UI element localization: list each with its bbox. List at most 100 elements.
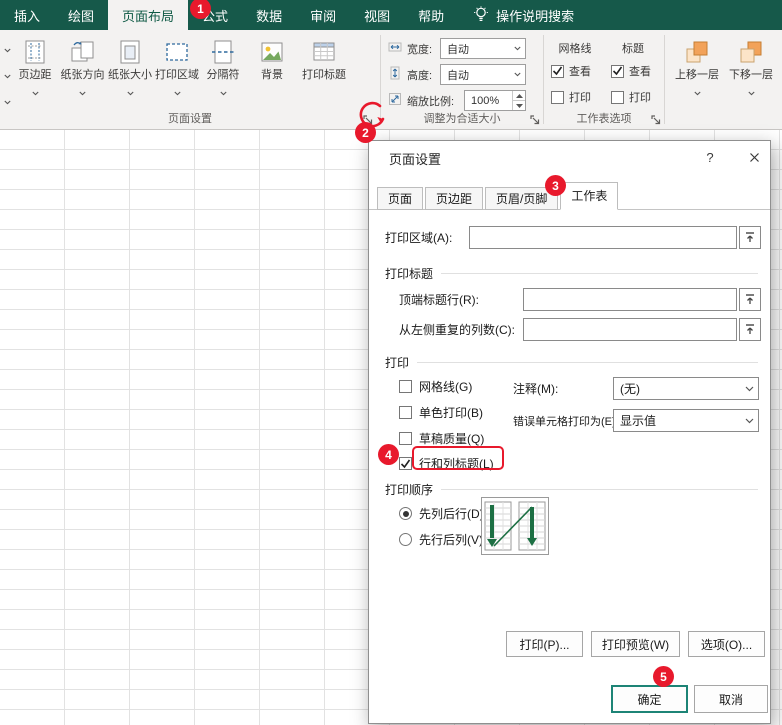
scale-spinner[interactable]: 100% xyxy=(464,90,526,111)
tab-help[interactable]: 帮助 xyxy=(404,0,458,30)
print-preview-button[interactable]: 打印预览(W) xyxy=(591,631,680,657)
chevron-down-icon xyxy=(173,85,181,96)
button-label: 上移一层 xyxy=(675,69,719,81)
comments-dropdown[interactable]: (无) xyxy=(613,377,759,400)
radio-label: 先列后行(D) xyxy=(419,507,484,521)
group-label-sheet-options: 工作表选项 xyxy=(576,113,632,125)
scale-ratio-row: 缩放比例: xyxy=(388,92,454,109)
page-order-preview-icon xyxy=(481,497,549,555)
group-label-page-setup: 页面设置 xyxy=(168,113,212,125)
step-5-badge: 5 xyxy=(653,666,674,687)
print-label: 打印 xyxy=(569,92,591,104)
page-setup-dialog: 页面设置 ? 页面 页边距 页眉/页脚 工作表 打印区域(A): 打印标题 顶端… xyxy=(368,140,771,724)
send-backward-icon xyxy=(738,35,764,69)
tell-me-search[interactable]: 操作说明搜索 xyxy=(474,0,574,30)
cancel-button[interactable]: 取消 xyxy=(694,685,768,713)
sheet-options-dialog-launcher[interactable] xyxy=(648,112,663,127)
tab-review[interactable]: 审阅 xyxy=(296,0,350,30)
chevron-down-icon xyxy=(693,85,701,96)
width-icon xyxy=(388,40,402,57)
print-titles-icon xyxy=(311,35,337,69)
send-backward-button[interactable]: 下移一层 xyxy=(726,35,776,123)
over-then-down-radio[interactable]: 先行后列(V) xyxy=(399,531,483,548)
cell-errors-dropdown[interactable]: 显示值 xyxy=(613,409,759,432)
chevron-down-icon xyxy=(740,386,758,392)
button-label: 打印标题 xyxy=(302,69,346,81)
help-icon[interactable]: ? xyxy=(699,147,721,167)
print-area-label: 打印区域(A): xyxy=(385,231,453,245)
print-label: 打印 xyxy=(629,92,651,104)
left-repeat-cols-input[interactable] xyxy=(523,318,737,341)
checkbox-label: 单色打印(B) xyxy=(419,406,483,420)
gridlines-print-checkbox[interactable]: 打印 xyxy=(551,89,591,105)
top-title-rows-label: 顶端标题行(R): xyxy=(399,293,479,307)
dialog-title: 页面设置 xyxy=(389,152,442,167)
background-icon xyxy=(259,35,285,69)
print-titles-section: 打印标题 xyxy=(385,265,758,282)
dialog-tab-strip: 页面 页边距 页眉/页脚 工作表 xyxy=(377,182,620,210)
spinner-buttons xyxy=(512,91,525,110)
tab-margins[interactable]: 页边距 xyxy=(425,187,484,210)
gridlines-checkbox[interactable]: 网格线(G) xyxy=(399,378,472,395)
top-title-rows-collapse-button[interactable] xyxy=(739,288,761,311)
close-icon[interactable] xyxy=(743,147,765,167)
black-and-white-checkbox[interactable]: 单色打印(B) xyxy=(399,404,483,421)
down-then-over-radio[interactable]: 先列后行(D) xyxy=(399,505,484,522)
width-dropdown[interactable]: 自动 xyxy=(440,38,526,59)
scale-height-row: 高度: xyxy=(388,66,432,83)
spinner-down-icon[interactable] xyxy=(513,101,525,110)
breaks-icon xyxy=(210,35,236,69)
margins-icon xyxy=(22,35,48,69)
checkbox-unchecked-icon xyxy=(399,380,412,393)
headings-print-checkbox[interactable]: 打印 xyxy=(611,89,651,105)
height-value: 自动 xyxy=(447,69,469,82)
ok-button[interactable]: 确定 xyxy=(611,685,688,713)
left-repeat-cols-label: 从左侧重复的列数(C): xyxy=(399,323,515,337)
checkbox-unchecked-icon xyxy=(399,406,412,419)
checkbox-unchecked-icon xyxy=(551,90,564,104)
tab-data[interactable]: 数据 xyxy=(242,0,296,30)
gridlines-view-checkbox[interactable]: 查看 xyxy=(551,63,591,79)
button-label: 分隔符 xyxy=(206,69,240,81)
scale-width-row: 宽度: xyxy=(388,40,432,57)
print-area-input[interactable] xyxy=(469,226,737,249)
draft-quality-checkbox[interactable]: 草稿质量(Q) xyxy=(399,430,484,447)
dialog-titlebar[interactable]: 页面设置 ? xyxy=(369,141,770,173)
print-button[interactable]: 打印(P)... xyxy=(506,631,583,657)
tab-page[interactable]: 页面 xyxy=(377,187,424,210)
checkbox-label: 网格线(G) xyxy=(419,380,473,394)
chevron-down-icon xyxy=(514,46,525,51)
paper-size-icon xyxy=(117,35,143,69)
checkbox-unchecked-icon xyxy=(399,432,412,445)
button-label: 打印区域 xyxy=(155,69,199,81)
group-label-scale-to-fit: 调整为合适大小 xyxy=(423,113,501,125)
scale-label: 缩放比例: xyxy=(407,95,455,108)
scale-to-fit-dialog-launcher[interactable] xyxy=(527,112,542,127)
headings-view-checkbox[interactable]: 查看 xyxy=(611,63,651,79)
top-title-rows-input[interactable] xyxy=(523,288,737,311)
tab-sheet[interactable]: 工作表 xyxy=(560,182,619,210)
button-label: 纸张大小 xyxy=(108,69,152,81)
tab-view[interactable]: 视图 xyxy=(350,0,404,30)
radio-selected-icon xyxy=(399,507,412,520)
options-button[interactable]: 选项(O)... xyxy=(688,631,765,657)
view-label: 查看 xyxy=(629,66,651,78)
lightbulb-icon xyxy=(474,5,489,25)
height-dropdown[interactable]: 自动 xyxy=(440,64,526,85)
bring-forward-icon xyxy=(684,35,710,69)
checkbox-unchecked-icon xyxy=(611,90,624,104)
chevron-down-icon xyxy=(126,85,134,96)
ribbon: 页边距 纸张方向 纸张大小 打印区域 分隔符 背景 打印标题 页面设置 宽度: … xyxy=(0,30,782,130)
ribbon-tab-bar: 插入 绘图 页面布局 公式 数据 审阅 视图 帮助 操作说明搜索 xyxy=(0,0,782,30)
cell-errors-label: 错误单元格打印为(E): xyxy=(513,416,619,428)
radio-label: 先行后列(V) xyxy=(419,533,483,547)
spinner-up-icon[interactable] xyxy=(513,91,525,101)
print-area-collapse-button[interactable] xyxy=(739,226,761,249)
left-repeat-cols-collapse-button[interactable] xyxy=(739,318,761,341)
section-divider xyxy=(441,273,758,274)
tab-draw[interactable]: 绘图 xyxy=(54,0,108,30)
tab-page-layout[interactable]: 页面布局 xyxy=(108,0,189,30)
tab-insert[interactable]: 插入 xyxy=(0,0,54,30)
chevron-down-icon xyxy=(31,85,39,96)
bring-forward-button[interactable]: 上移一层 xyxy=(672,35,722,123)
